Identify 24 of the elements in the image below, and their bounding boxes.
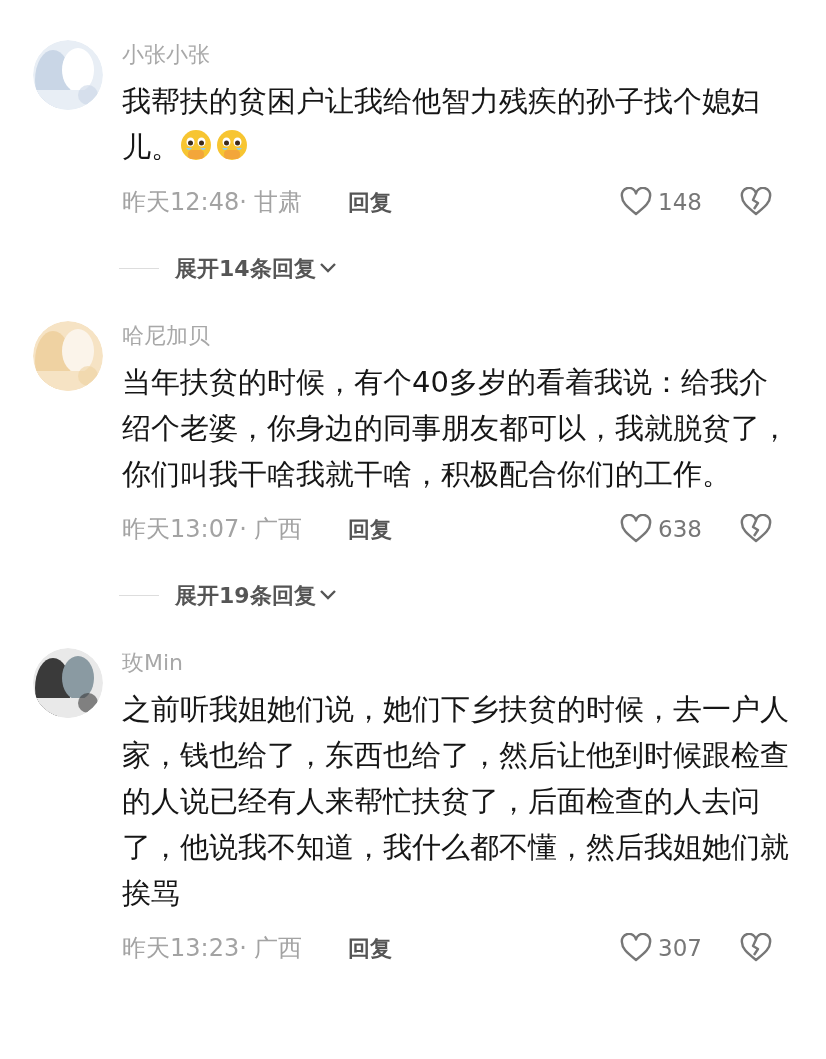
broken-heart-icon[interactable] — [740, 933, 772, 963]
comment-text: 当年扶贫的时候，有个40多岁的看着我说：给我介绍个老婆，你身边的同事朋友都可以，我就脱贫了，你们叫我干啥我就干啥，积极配合你们的工作。 — [122, 364, 790, 493]
chevron-down-icon — [317, 261, 338, 275]
expand-replies-button[interactable]: 展开14条回复 — [175, 251, 338, 285]
broken-heart-icon[interactable] — [740, 187, 772, 217]
teary-face-icon — [216, 129, 248, 161]
comment-text: 之前听我姐她们说，她们下乡扶贫的时候，去一户人家，钱也给了，东西也给了，然后让他到时候跟检查的人说已经有人来帮忙扶贫了，后面检查的人去问了，他说我不知道，我什么都不懂，然后我姐她们就挨骂 — [122, 691, 790, 912]
comment-text: 我帮扶的贫困户让我给他智力残疾的孙子找个媳妇儿。 — [122, 83, 761, 166]
chevron-down-icon — [317, 588, 338, 602]
expand-replies-button[interactable]: 展开19条回复 — [175, 578, 338, 612]
teary-face-icon — [180, 129, 212, 161]
heart-icon[interactable] — [620, 514, 652, 544]
like-count: 307 — [658, 933, 702, 963]
like-count: 148 — [658, 187, 702, 217]
reply-link[interactable]: 回复 — [348, 512, 392, 546]
timestamp-location: 昨天13:23· 广西 — [122, 933, 304, 964]
heart-icon[interactable] — [620, 933, 652, 963]
broken-heart-icon[interactable] — [740, 514, 772, 544]
timestamp-location: 昨天12:48· 甘肃 — [122, 187, 304, 218]
reply-link[interactable]: 回复 — [348, 931, 392, 965]
reply-link[interactable]: 回复 — [348, 185, 392, 219]
like-count: 638 — [658, 514, 702, 544]
timestamp-location: 昨天13:07· 广西 — [122, 514, 304, 545]
heart-icon[interactable] — [620, 187, 652, 217]
